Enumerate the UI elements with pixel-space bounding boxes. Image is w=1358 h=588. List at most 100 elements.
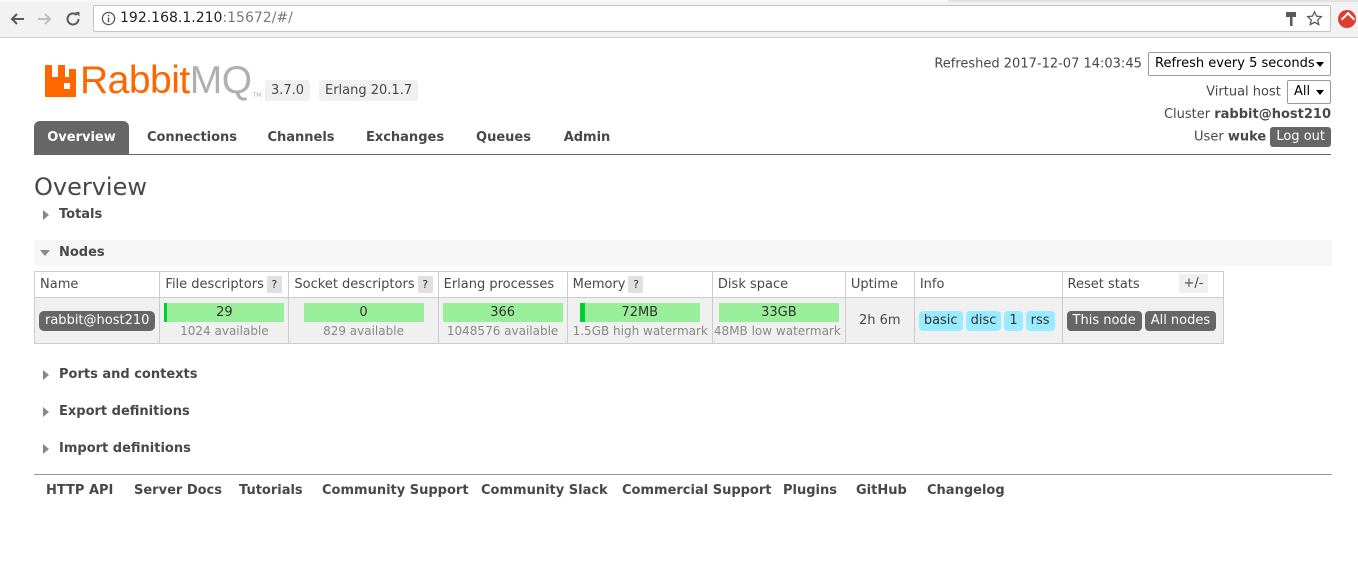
rabbitmq-logo[interactable]: RabbitMQ TM: [44, 59, 262, 102]
tab-connections[interactable]: Connections: [139, 121, 245, 154]
logo-mq: MQ: [189, 59, 252, 102]
col-disk-label: Disk space: [717, 277, 789, 292]
cell-info: basic disc 1 rss: [913, 297, 1063, 344]
section-totals[interactable]: Totals: [34, 202, 1332, 228]
ep-available: 1048576 available: [446, 323, 559, 338]
site-info-icon[interactable]: [101, 11, 116, 26]
section-nodes-label: Nodes: [59, 245, 105, 260]
nodes-table-header: Name File descriptors? Socket descriptor…: [33, 271, 1225, 298]
column-toggle-button[interactable]: +/-: [1179, 274, 1208, 293]
cell-disk-space: 33GB 48MB low watermark: [711, 297, 846, 344]
col-file-descriptors: File descriptors?: [159, 271, 290, 298]
col-erlang-processes: Erlang processes: [437, 271, 568, 298]
extension-icon[interactable]: [1338, 10, 1356, 28]
col-disk-space: Disk space: [711, 271, 846, 298]
col-mem-label: Memory: [572, 277, 626, 292]
section-export-definitions[interactable]: Export definitions: [34, 399, 1332, 425]
refreshed-label: Refreshed 2017-12-07 14:03:45: [934, 56, 1142, 72]
footer-link-tutorials[interactable]: Tutorials: [239, 483, 303, 498]
ep-usage-bar: 366: [442, 302, 563, 322]
footer-link-community-slack[interactable]: Community Slack: [481, 483, 608, 498]
cell-erlang-processes: 366 1048576 available: [437, 297, 568, 344]
footer-link-community-support[interactable]: Community Support: [322, 483, 469, 498]
paint-brush-icon[interactable]: [1284, 11, 1298, 27]
sd-available: 829 available: [323, 323, 404, 338]
cell-memory: 72MB 1.5GB high watermark: [566, 297, 713, 344]
refresh-interval-select[interactable]: Refresh every 5 seconds: [1148, 52, 1331, 76]
fd-available: 1024 available: [180, 323, 269, 338]
cell-node-name: rabbit@host210: [33, 297, 161, 344]
collapse-triangle-icon: [40, 250, 50, 256]
col-uptime: Uptime: [844, 271, 915, 298]
info-tag-count: 1: [1004, 310, 1023, 331]
cluster-row: Cluster rabbit@host210: [1164, 107, 1331, 122]
footer-link-http-api[interactable]: HTTP API: [46, 483, 113, 498]
back-icon[interactable]: [6, 8, 28, 30]
section-totals-label: Totals: [59, 207, 103, 222]
forward-icon[interactable]: [34, 8, 56, 30]
url-text[interactable]: 192.168.1.210:15672/#/: [120, 10, 293, 26]
tab-overview[interactable]: Overview: [34, 121, 129, 154]
col-ep-label: Erlang processes: [443, 277, 555, 292]
cluster-label: Cluster: [1163, 107, 1211, 122]
node-name-link[interactable]: rabbit@host210: [39, 310, 156, 331]
version-badge: 3.7.0: [265, 80, 311, 101]
footer-link-plugins[interactable]: Plugins: [783, 483, 837, 498]
col-name: Name: [33, 271, 161, 298]
page-title: Overview: [34, 173, 147, 201]
tab-admin[interactable]: Admin: [556, 121, 618, 154]
ep-value: 366: [490, 304, 516, 320]
section-nodes[interactable]: Nodes: [34, 240, 1332, 266]
memory-usage-fill: [579, 302, 585, 322]
vhost-label: Virtual host: [1206, 84, 1281, 100]
footer-link-server-docs[interactable]: Server Docs: [134, 483, 222, 498]
section-ports-and-contexts[interactable]: Ports and contexts: [34, 362, 1332, 388]
logo-trademark: TM: [252, 92, 262, 99]
cell-file-descriptors: 29 1024 available: [159, 297, 290, 344]
col-memory: Memory?: [566, 271, 713, 298]
expand-triangle-icon: [43, 210, 49, 220]
footer-link-github[interactable]: GitHub: [856, 483, 907, 498]
reload-icon[interactable]: [62, 8, 84, 30]
footer: HTTP API Server Docs Tutorials Community…: [34, 474, 1332, 504]
footer-link-commercial-support[interactable]: Commercial Support: [622, 483, 772, 498]
disk-usage-bar: 33GB: [718, 302, 839, 322]
address-bar[interactable]: 192.168.1.210:15672/#/: [93, 5, 1331, 32]
section-import-definitions[interactable]: Import definitions: [34, 436, 1332, 462]
memory-value: 72MB: [621, 304, 659, 320]
fd-usage-fill: [164, 302, 168, 322]
bookmark-star-icon[interactable]: [1306, 10, 1323, 27]
col-fd-label: File descriptors: [165, 277, 264, 292]
tab-queues[interactable]: Queues: [470, 121, 537, 154]
col-reset-label: Reset stats: [1067, 277, 1140, 292]
footer-link-changelog[interactable]: Changelog: [927, 483, 1005, 498]
tab-channels[interactable]: Channels: [260, 121, 342, 154]
help-icon[interactable]: ?: [628, 276, 644, 293]
table-row: rabbit@host210 29 1024 available 0 829 a…: [33, 297, 1225, 344]
logo-rabbit: Rabbit: [80, 59, 190, 102]
url-path: :15672/#/: [222, 10, 293, 26]
refresh-row: Refreshed 2017-12-07 14:03:45 Refresh ev…: [934, 52, 1331, 76]
cell-socket-descriptors: 0 829 available: [288, 297, 439, 344]
col-uptime-label: Uptime: [850, 277, 898, 292]
tab-exchanges[interactable]: Exchanges: [357, 121, 453, 154]
reset-this-node-button[interactable]: This node: [1066, 310, 1142, 331]
disk-value: 33GB: [761, 304, 797, 320]
expand-triangle-icon: [43, 444, 49, 454]
cluster-name: rabbit@host210: [1214, 107, 1331, 122]
logo-wordmark: RabbitMQ: [80, 59, 252, 102]
help-icon[interactable]: ?: [417, 276, 433, 293]
fd-value: 29: [216, 304, 233, 320]
cell-uptime: 2h 6m: [844, 297, 915, 344]
uptime-value: 2h 6m: [859, 313, 901, 328]
vhost-row: Virtual host All: [1206, 80, 1331, 104]
reset-all-nodes-button[interactable]: All nodes: [1144, 310, 1217, 331]
col-info: Info: [913, 271, 1063, 298]
expand-triangle-icon: [43, 370, 49, 380]
tab-strip: [0, 0, 1358, 2]
vhost-select[interactable]: All: [1287, 80, 1331, 104]
cell-reset-stats: This node All nodes: [1061, 297, 1225, 344]
col-socket-descriptors: Socket descriptors?: [288, 271, 439, 298]
sd-usage-bar: 0: [303, 302, 424, 322]
help-icon[interactable]: ?: [266, 276, 282, 293]
